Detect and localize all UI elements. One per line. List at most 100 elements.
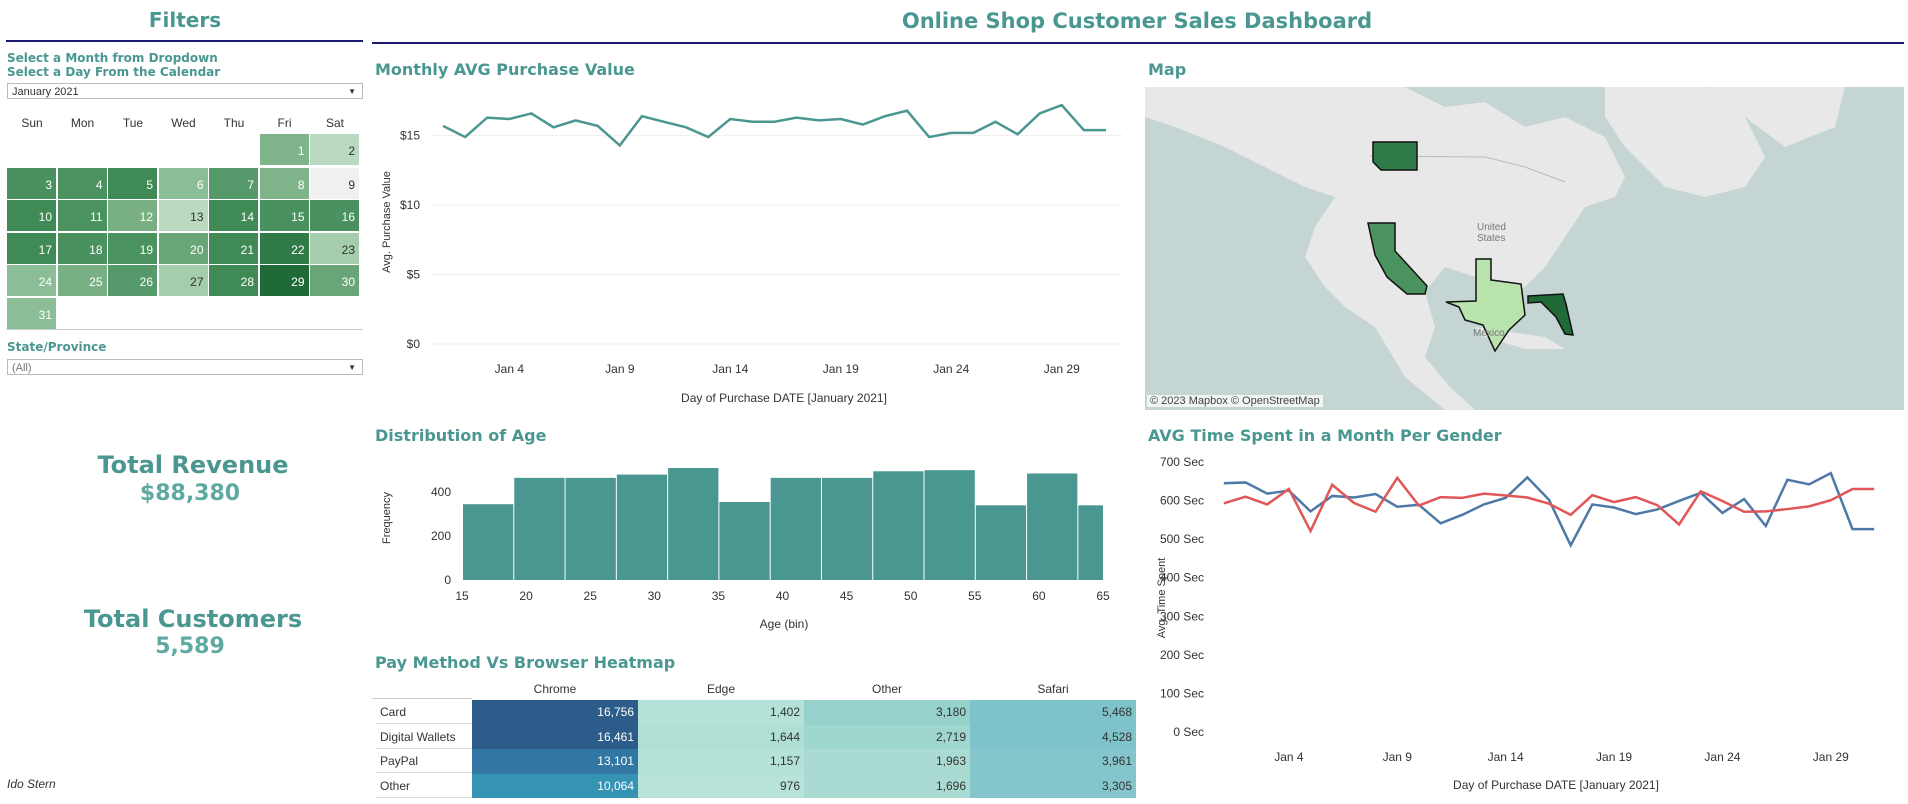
calendar-day[interactable]: 9	[310, 167, 360, 200]
heatmap-cell[interactable]: 1,402	[638, 700, 804, 725]
calendar-day[interactable]: 8	[259, 167, 310, 200]
map-panel[interactable]: United States Mexico © 2023 Mapbox © Ope…	[1145, 87, 1904, 410]
y-axis-label: Avg. Purchase Value	[381, 171, 393, 273]
calendar-day[interactable]: 20	[158, 232, 209, 265]
x-axis-label: Age (bin)	[760, 617, 809, 631]
calendar-day[interactable]: 7	[209, 167, 259, 200]
histogram-bar[interactable]	[514, 477, 565, 580]
map-attribution[interactable]: © 2023 Mapbox © OpenStreetMap	[1147, 395, 1323, 407]
x-tick-label: Jan 4	[495, 362, 525, 376]
heatmap-cell[interactable]: 3,961	[970, 749, 1136, 774]
histogram-bar[interactable]	[1078, 505, 1103, 580]
month-dropdown[interactable]: January 2021 ▼	[7, 83, 363, 99]
calendar-day[interactable]: 24	[7, 265, 57, 297]
calendar-day[interactable]: 13	[158, 200, 209, 232]
y-tick-label: 500 Sec	[1160, 532, 1204, 546]
author-name: Ido Stern	[7, 777, 56, 791]
heatmap-cell[interactable]: 3,180	[804, 700, 970, 725]
x-tick-label: 30	[648, 589, 662, 603]
y-tick-label: $10	[400, 198, 420, 212]
calendar-day[interactable]: 16	[310, 200, 360, 232]
calendar-day[interactable]: 25	[57, 265, 108, 297]
heatmap-row-label: Digital Wallets	[376, 725, 472, 749]
heatmap-row-label: Card	[376, 700, 472, 724]
heatmap-cell[interactable]: 2,719	[804, 724, 970, 749]
histogram-bar[interactable]	[719, 502, 770, 580]
heatmap-column-header: Safari	[1037, 682, 1069, 696]
x-tick-label: 20	[519, 589, 533, 603]
heatmap-cell[interactable]: 13,101	[472, 749, 638, 774]
x-tick-label: 40	[776, 589, 790, 603]
heatmap-cell[interactable]: 1,963	[804, 749, 970, 774]
map-label-mexico: Mexico	[1473, 328, 1505, 339]
y-axis-label: Frequency	[381, 492, 393, 544]
calendar-day[interactable]: 29	[259, 265, 310, 297]
heatmap-row-label: PayPal	[376, 749, 472, 773]
calendar-day[interactable]: 27	[158, 265, 209, 297]
x-tick-label: Jan 29	[1813, 750, 1849, 764]
calendar-day[interactable]: 30	[310, 265, 360, 297]
heatmap-cell[interactable]: 1,696	[804, 773, 970, 798]
calendar-day[interactable]: 4	[57, 167, 108, 200]
age-histogram: 0 200 400 15 20 25 30 35 40 45 50 55 60 65 Age (bin) Fr…	[381, 467, 1110, 631]
heatmap-cell[interactable]: 16,461	[472, 724, 638, 749]
calendar-day[interactable]: 28	[209, 265, 259, 297]
heatmap-title: Pay Method Vs Browser Heatmap	[375, 653, 676, 672]
x-tick-label: Jan 19	[823, 362, 859, 376]
histogram-bar[interactable]	[770, 477, 821, 580]
histogram-bar[interactable]	[975, 505, 1027, 580]
histogram-bar[interactable]	[565, 477, 616, 580]
calendar-day[interactable]: 14	[209, 200, 259, 232]
calendar-day[interactable]: 23	[310, 232, 360, 265]
month-instruction: Select a Month from Dropdown	[7, 51, 218, 65]
x-tick-label: Jan 14	[1488, 750, 1524, 764]
heatmap-cell[interactable]: 3,305	[970, 773, 1136, 798]
histogram-bar[interactable]	[616, 474, 668, 580]
histogram-bar[interactable]	[924, 470, 975, 580]
heatmap-cell[interactable]: 1,644	[638, 724, 804, 749]
x-tick-label: Jan 29	[1044, 362, 1080, 376]
gender-chart-title: AVG Time Spent in a Month Per Gender	[1148, 426, 1502, 445]
histogram-bar[interactable]	[463, 504, 514, 580]
calendar-day[interactable]: 6	[158, 167, 209, 200]
calendar-day[interactable]: 15	[259, 200, 310, 232]
calendar-day[interactable]: 18	[57, 232, 108, 265]
histogram-bar[interactable]	[668, 467, 719, 580]
heatmap-cell[interactable]: 5,468	[970, 700, 1136, 725]
histogram-bar[interactable]	[1027, 473, 1078, 580]
heatmap-cell[interactable]: 10,064	[472, 773, 638, 798]
y-tick-label: 200 Sec	[1160, 648, 1204, 662]
x-tick-label: Jan 9	[1383, 750, 1413, 764]
washington-state	[1372, 141, 1418, 171]
calendar-day[interactable]: 2	[310, 134, 360, 166]
heatmap-cell[interactable]: 16,756	[472, 700, 638, 725]
calendar-day[interactable]: 1	[259, 134, 310, 166]
filters-title: Filters	[148, 8, 222, 32]
x-tick-label: Jan 4	[1274, 750, 1304, 764]
calendar-day[interactable]: 21	[209, 232, 259, 265]
calendar-weekday-sat: Sat	[325, 116, 344, 130]
heatmap-cell[interactable]: 4,528	[970, 724, 1136, 749]
x-tick-label: 65	[1096, 589, 1110, 603]
calendar-day[interactable]: 22	[259, 232, 310, 265]
histogram-bar[interactable]	[873, 471, 924, 580]
calendar-day[interactable]: 3	[7, 167, 57, 200]
heatmap-cell[interactable]: 1,157	[638, 749, 804, 774]
calendar-day[interactable]: 10	[7, 200, 57, 232]
calendar-day[interactable]: 19	[108, 232, 158, 265]
calendar-day[interactable]: 12	[108, 200, 158, 232]
avg-purchase-series-line[interactable]	[442, 103, 1106, 148]
calendar-day[interactable]: 31	[7, 297, 57, 330]
calendar-weekday-wed: Wed	[171, 116, 196, 130]
state-dropdown[interactable]: (All) ▼	[7, 359, 363, 375]
y-tick-label: 700 Sec	[1160, 455, 1204, 469]
heatmap-cell[interactable]: 976	[638, 773, 804, 798]
calendar-day[interactable]: 26	[108, 265, 158, 297]
total-revenue-label: Total Revenue	[97, 451, 289, 479]
calendar-day[interactable]: 17	[7, 232, 57, 265]
calendar-day[interactable]: 5	[108, 167, 158, 200]
line-chart-title: Monthly AVG Purchase Value	[375, 60, 635, 79]
histogram-bar[interactable]	[821, 477, 873, 580]
day-instruction: Select a Day From the Calendar	[7, 65, 221, 79]
calendar-day[interactable]: 11	[57, 200, 108, 232]
